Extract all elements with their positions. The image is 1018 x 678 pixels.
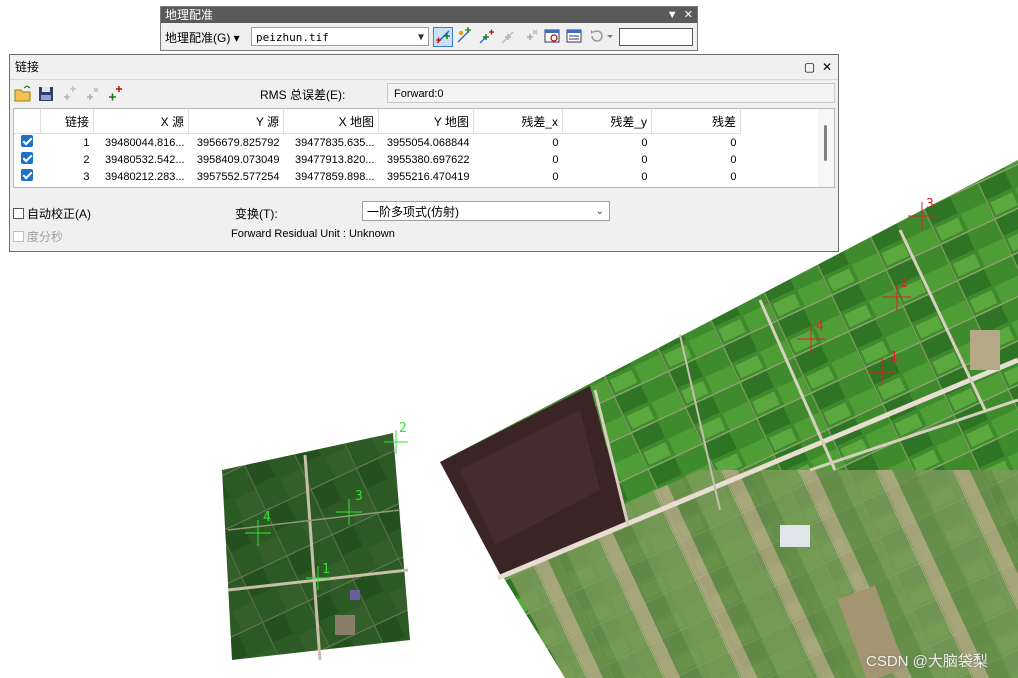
target-gcp-label: 1 [890,350,898,365]
column-header[interactable]: 链接 [40,109,94,134]
rms-value: Forward:0 [387,83,835,103]
y-map: 3955216.470419 [386,170,470,183]
georeferencing-menu[interactable]: 地理配准(G) ▾ [165,29,240,47]
delete-link-icon [521,27,541,47]
dms-label: 度分秒 [27,230,64,244]
open-folder-icon[interactable] [14,85,32,103]
add-control-points-icon[interactable] [433,27,453,47]
residual-y: 0 [641,136,648,149]
zoom-to-selected-link-icon [499,27,519,47]
rotate-icon[interactable] [587,27,615,47]
residual-x: 0 [552,153,559,166]
link-checkbox[interactable] [21,135,34,147]
rms-label: RMS 总误差(E): [260,88,346,102]
links-options: 自动校正(A) 度分秒 变换(T): 一阶多项式(仿射) ⌄ Forward R… [10,200,838,250]
column-header[interactable]: Y 地图 [378,109,474,134]
add-link-icon[interactable] [106,85,124,103]
delete-link-icon [83,85,101,103]
checkbox-box [13,231,24,242]
auto-adjust-checkbox[interactable]: 自动校正(A) [13,205,91,222]
column-header[interactable]: X 地图 [283,109,379,134]
x-source: 39480212.283... [104,170,185,183]
auto-adjust-label: 自动校正(A) [27,207,91,221]
save-icon[interactable] [37,85,55,103]
link-id: 2 [83,153,90,166]
chevron-down-icon: ⌄ [595,206,604,217]
chevron-down-icon: ▼ [417,32,424,43]
view-link-table-icon[interactable] [565,27,585,47]
auto-adjust-icon[interactable] [455,27,475,47]
residual: 0 [730,170,737,183]
transform-value: 一阶多项式(仿射) [367,205,459,219]
column-header[interactable]: 残差 [651,109,741,134]
y-source: 3958409.073049 [196,153,280,166]
residual-x: 0 [552,136,559,149]
link-checkbox[interactable] [21,152,34,164]
source-image [222,433,410,661]
viewer-icon[interactable] [543,27,563,47]
source-gcp-label: 1 [322,562,330,577]
table-row[interactable]: 3 39480212.283... 3957552.577254 3947785… [14,168,741,185]
source-gcp-label: 4 [263,510,271,525]
zoom-to-link-icon [60,85,78,103]
residual: 0 [730,136,737,149]
y-source: 3957552.577254 [196,170,280,183]
dms-checkbox: 度分秒 [13,228,63,245]
toolbar-title: 地理配准 [165,8,214,22]
residual-y: 0 [641,170,648,183]
target-gcp-label: 3 [926,197,934,212]
close-icon[interactable]: ✕ [822,60,832,74]
table-row[interactable]: 2 39480532.542... 3958409.073049 3947791… [14,151,741,168]
column-header[interactable]: 残差_y [562,109,652,134]
link-id: 3 [83,170,90,183]
scrollbar-thumb[interactable] [824,125,827,161]
x-source: 39480044.816... [104,136,185,149]
links-title: 链接 [15,60,40,74]
link-checkbox[interactable] [21,169,34,181]
residual-y: 0 [641,153,648,166]
column-header[interactable]: 残差_x [473,109,563,134]
layer-dropdown[interactable]: peizhun.tif ▼ [251,27,429,46]
table-header: 链接 X 源 Y 源 X 地图 Y 地图 残差_x 残差_y 残差 [14,109,741,134]
toolbar-titlebar[interactable]: 地理配准 ▼ ✕ [161,7,697,23]
watermark: CSDN @大脑袋梨 [866,653,988,670]
x-source: 39480532.542... [104,153,185,166]
column-header[interactable]: X 源 [93,109,189,134]
y-map: 3955054.068844 [386,136,470,149]
close-icon[interactable]: ✕ [684,9,693,21]
scale-input[interactable] [619,28,693,46]
x-map: 39477859.898... [294,170,375,183]
residual-unit-text: Forward Residual Unit : Unknown [231,228,395,240]
table-scrollbar[interactable] [818,109,834,187]
transform-dropdown[interactable]: 一阶多项式(仿射) ⌄ [362,201,610,221]
header-checkbox[interactable] [14,109,41,134]
maximize-icon[interactable]: ▢ [804,60,815,74]
target-gcp-label: 2 [900,276,908,291]
residual: 0 [730,153,737,166]
y-map: 3955380.697622 [386,153,470,166]
links-titlebar[interactable]: 链接 ▢ ✕ [10,55,838,80]
x-map: 39477835.635... [294,136,375,149]
source-gcp-label: 2 [399,421,407,436]
residual-x: 0 [552,170,559,183]
layer-dropdown-value: peizhun.tif [256,31,329,44]
georeferencing-menu-label: 地理配准(G) [165,31,231,45]
links-table[interactable]: 链接 X 源 Y 源 X 地图 Y 地图 残差_x 残差_y 残差 1 3948… [13,108,835,188]
checkbox-box[interactable] [13,208,24,219]
toolbar-options-icon[interactable]: ▼ [667,9,678,21]
y-source: 3956679.825792 [196,136,280,149]
target-gcp-label: 4 [816,319,824,334]
links-toolbar: RMS 总误差(E): Forward:0 [10,83,838,105]
source-gcp-label: 3 [355,489,363,504]
link-id: 1 [83,136,90,149]
links-dialog: 链接 ▢ ✕ RMS 总误差(E): Forward:0 链接 X 源 Y 源 … [9,54,839,252]
table-row[interactable]: 1 39480044.816... 3956679.825792 3947783… [14,134,741,152]
x-map: 39477913.820... [294,153,375,166]
column-header[interactable]: Y 源 [188,109,284,134]
georeferencing-toolbar: 地理配准 ▼ ✕ 地理配准(G) ▾ peizhun.tif ▼ [160,6,698,51]
select-link-icon[interactable] [477,27,497,47]
transform-label: 变换(T): [235,207,278,221]
